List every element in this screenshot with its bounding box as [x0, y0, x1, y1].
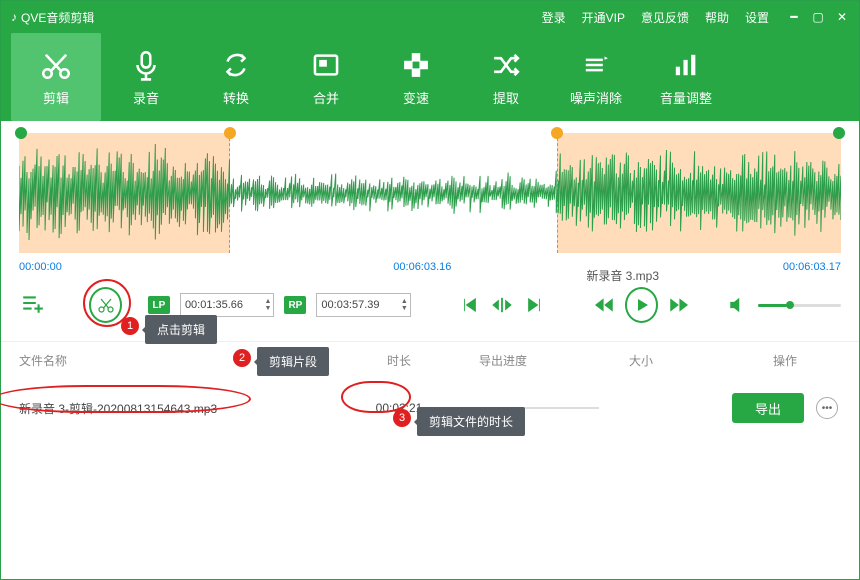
time-start: 00:00:00	[19, 261, 62, 273]
denoise-icon	[579, 48, 613, 82]
settings-link[interactable]: 设置	[745, 9, 769, 26]
merge-icon	[309, 48, 343, 82]
cut-button[interactable]	[89, 287, 122, 323]
tool-extract[interactable]: 提取	[461, 33, 551, 121]
tool-record-label: 录音	[133, 88, 159, 107]
tool-convert-label: 转换	[223, 88, 249, 107]
lp-spinner[interactable]: ▲▼	[264, 298, 271, 312]
tool-speed-label: 变速	[403, 88, 429, 107]
annotation-num-1: 1	[121, 317, 139, 335]
maximize-button[interactable]: ▢	[811, 10, 825, 24]
col-duration: 时长	[319, 352, 479, 369]
tool-speed[interactable]: 变速	[371, 33, 461, 121]
forward-button[interactable]	[668, 297, 690, 313]
rewind-button[interactable]	[593, 297, 615, 313]
tool-convert[interactable]: 转换	[191, 33, 281, 121]
tool-merge-label: 合并	[313, 88, 339, 107]
tool-cut[interactable]: 剪辑	[11, 33, 101, 121]
help-link[interactable]: 帮助	[705, 9, 729, 26]
tool-merge[interactable]: 合并	[281, 33, 371, 121]
skip-start-button[interactable]	[459, 296, 481, 314]
scissors-icon	[39, 48, 73, 82]
handle-start[interactable]	[15, 127, 27, 139]
rp-time-input[interactable]: 00:03:57.39 ▲▼	[316, 293, 410, 317]
trim-in-button[interactable]	[491, 296, 513, 314]
volume-icon	[669, 48, 703, 82]
app-name: QVE音频剪辑	[21, 9, 94, 26]
waveform[interactable]	[19, 133, 841, 253]
title-bar: ♪ QVE音频剪辑 登录 开通VIP 意见反馈 帮助 设置 ━ ▢ ✕	[1, 1, 859, 33]
file-list-row[interactable]: 新录音 3-剪辑-20200813154643.mp3 00:02:21 导出 …	[1, 379, 859, 437]
volume-icon-button[interactable]	[726, 296, 748, 314]
feedback-link[interactable]: 意见反馈	[641, 9, 689, 26]
col-name: 文件名称	[19, 352, 319, 369]
lp-time-input[interactable]: 00:01:35.66 ▲▼	[180, 293, 274, 317]
file-list-header: 文件名称 时长 导出进度 大小 操作	[1, 341, 859, 379]
lp-time: 00:01:35.66	[185, 299, 243, 311]
tool-denoise-label: 噪声消除	[570, 88, 622, 107]
handle-rp[interactable]	[551, 127, 563, 139]
shuffle-icon	[489, 48, 523, 82]
main-toolbar: 剪辑 录音 转换 合并 变速 提取 噪声消除 音量调整	[1, 33, 859, 121]
file-progress-cell	[479, 407, 629, 409]
skip-end-button[interactable]	[523, 296, 545, 314]
waveform-area: 00:00:00 00:06:03.16 00:06:03.17	[1, 121, 859, 277]
tool-cut-label: 剪辑	[43, 88, 69, 107]
col-progress: 导出进度	[479, 352, 629, 369]
play-button[interactable]	[625, 287, 658, 323]
export-button[interactable]: 导出	[732, 393, 804, 423]
handle-end[interactable]	[833, 127, 845, 139]
note-icon: ♪	[11, 10, 17, 24]
more-button[interactable]: •••	[816, 397, 838, 419]
control-row: 新录音 3.mp3 LP 00:01:35.66 ▲▼ RP 00:03:57.…	[1, 277, 859, 341]
speed-icon	[399, 48, 433, 82]
mic-icon	[129, 48, 163, 82]
tool-denoise[interactable]: 噪声消除	[551, 33, 641, 121]
rp-spinner[interactable]: ▲▼	[401, 298, 408, 312]
tool-record[interactable]: 录音	[101, 33, 191, 121]
col-op: 操作	[729, 352, 841, 369]
now-playing: 新录音 3.mp3	[586, 267, 659, 284]
close-button[interactable]: ✕	[835, 10, 849, 24]
tool-extract-label: 提取	[493, 88, 519, 107]
file-op-cell: 导出 •••	[729, 393, 841, 423]
file-dur-cell: 00:02:21	[319, 401, 479, 415]
app-title: ♪ QVE音频剪辑	[11, 9, 94, 26]
volume-slider[interactable]	[758, 304, 841, 307]
tool-volume-label: 音量调整	[660, 88, 712, 107]
login-link[interactable]: 登录	[542, 9, 566, 26]
lp-badge[interactable]: LP	[148, 296, 170, 314]
wave-path	[19, 133, 841, 253]
convert-icon	[219, 48, 253, 82]
time-end: 00:06:03.17	[783, 261, 841, 273]
time-mid: 00:06:03.16	[393, 261, 451, 273]
col-size: 大小	[629, 352, 729, 369]
rp-time: 00:03:57.39	[321, 299, 379, 311]
annotation-tip-1: 点击剪辑	[145, 315, 217, 344]
vip-link[interactable]: 开通VIP	[582, 9, 625, 26]
tool-volume[interactable]: 音量调整	[641, 33, 731, 121]
timecodes: 00:00:00 00:06:03.16 00:06:03.17	[19, 261, 841, 273]
add-to-list-button[interactable]	[19, 289, 47, 322]
file-name-cell: 新录音 3-剪辑-20200813154643.mp3	[19, 400, 319, 417]
minimize-button[interactable]: ━	[787, 10, 801, 24]
rp-badge[interactable]: RP	[284, 296, 306, 314]
